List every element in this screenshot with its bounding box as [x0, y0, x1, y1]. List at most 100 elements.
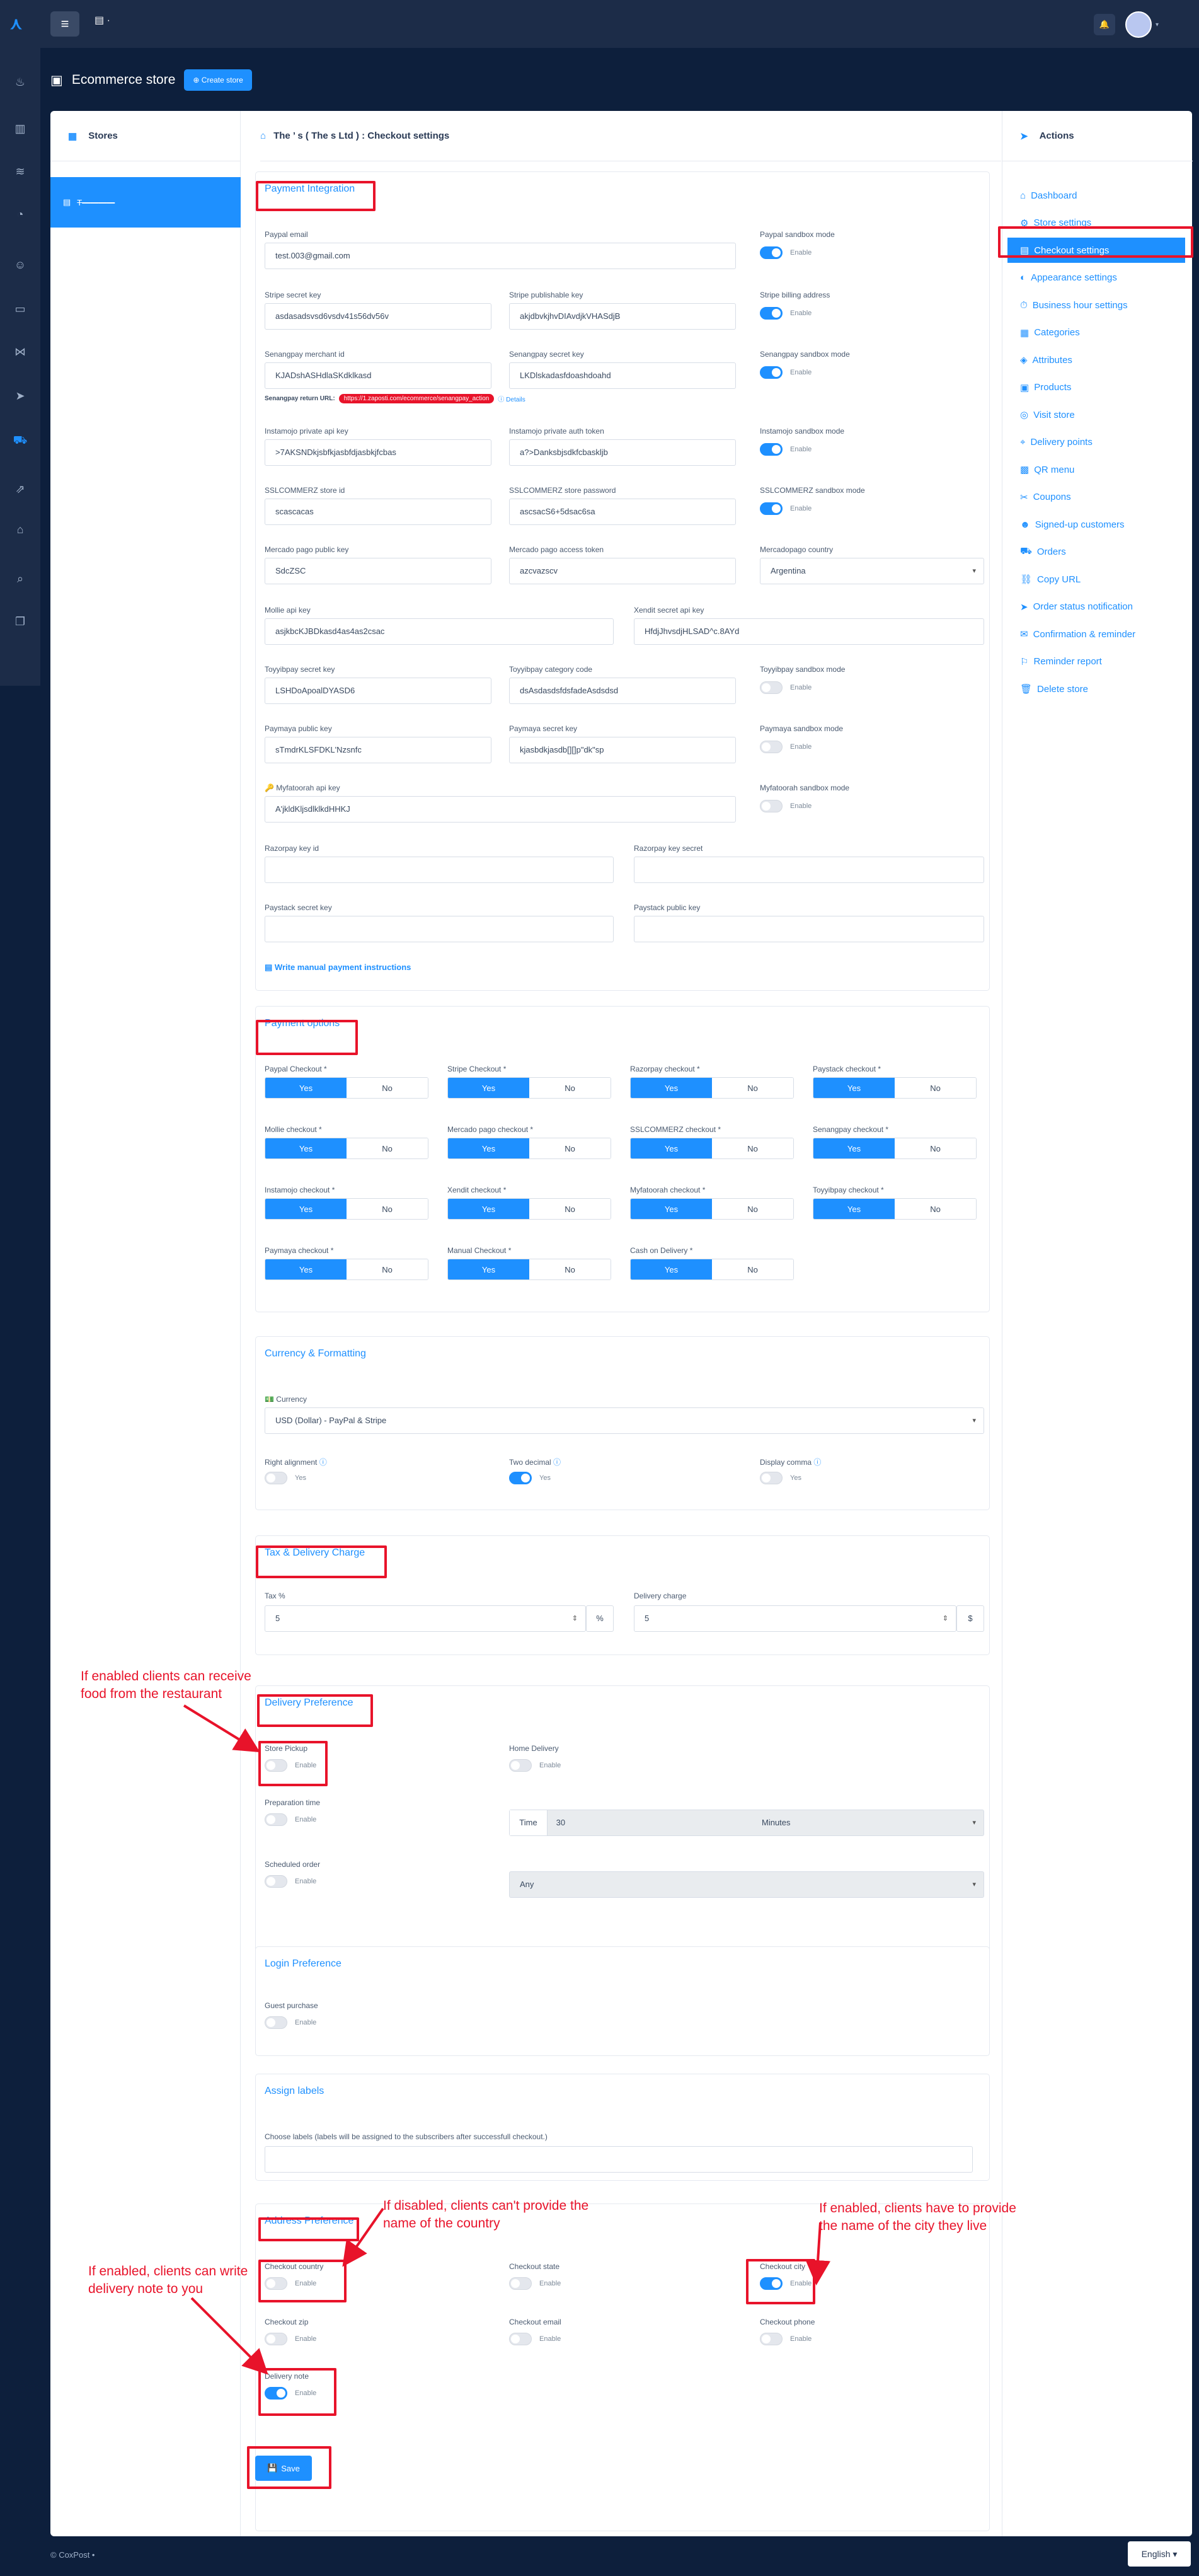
checkout-phone-toggle[interactable]: Enable — [760, 2333, 812, 2345]
create-store-button[interactable]: ⊕ Create store — [184, 69, 252, 91]
paymaya-secret-input[interactable]: kjasbdkjasdb[][]p"dk"sp — [509, 737, 736, 763]
action-item-signed-up-customers[interactable]: ☻ Signed-up customers — [1015, 512, 1185, 537]
logo-icon[interactable]: ⋏ — [10, 14, 30, 34]
toyyib-sandbox-toggle[interactable]: Enable — [760, 681, 812, 694]
share-icon[interactable]: ⇗ — [13, 482, 28, 497]
payment-option-toggle[interactable]: Yes No — [265, 1198, 428, 1220]
chat-icon[interactable]: ◔ — [13, 207, 28, 222]
yes-option[interactable]: Yes — [448, 1259, 529, 1279]
shop-icon[interactable]: ⌂ — [13, 522, 28, 537]
toyyib-key-input[interactable]: LSHDoApoalDYASD6 — [265, 678, 491, 704]
scheduled-order-toggle[interactable]: Enable — [265, 1875, 316, 1888]
action-item-products[interactable]: ▣ Products — [1015, 375, 1185, 400]
myfatoorah-input[interactable]: A'jkldKljsdlklkdHHKJ — [265, 796, 736, 823]
stepper-icon[interactable]: ⇕ — [572, 1606, 578, 1631]
action-item-dashboard[interactable]: ⌂ Dashboard — [1015, 183, 1185, 208]
payment-option-toggle[interactable]: Yes No — [813, 1077, 977, 1099]
no-option[interactable]: No — [712, 1199, 793, 1219]
paypal-email-input[interactable]: test.003@gmail.com — [265, 243, 736, 269]
action-item-business-hour-settings[interactable]: ⏱ Business hour settings — [1015, 292, 1185, 318]
payment-option-toggle[interactable]: Yes No — [447, 1259, 611, 1280]
action-item-visit-store[interactable]: ◎ Visit store — [1015, 402, 1185, 427]
network-icon[interactable]: ⋈ — [13, 344, 28, 359]
yes-option[interactable]: Yes — [448, 1138, 529, 1158]
stripe-secret-input[interactable]: asdasadsvsd6vsdv41s56dv56v — [265, 303, 491, 330]
delivery-charge-input[interactable]: 5 ⇕ — [634, 1605, 956, 1632]
details-link[interactable]: ⓘ Details — [498, 394, 525, 403]
razor-id-input[interactable] — [265, 857, 614, 883]
hamburger-icon[interactable]: ≡ — [50, 11, 79, 37]
action-item-order-status-notification[interactable]: ➤ Order status notification — [1015, 594, 1185, 620]
no-option[interactable]: No — [529, 1078, 611, 1098]
cart-icon[interactable]: ⛟ — [13, 432, 28, 448]
comment-icon[interactable]: ▭ — [13, 301, 28, 316]
paystack-pub-input[interactable] — [634, 916, 984, 942]
mp-token-input[interactable]: azcvazscv — [509, 558, 736, 584]
insta-sandbox-toggle[interactable]: Enable — [760, 443, 812, 456]
send-icon[interactable]: ➤ — [13, 388, 28, 403]
no-option[interactable]: No — [895, 1138, 976, 1158]
checkout-zip-toggle[interactable]: Enable — [265, 2333, 316, 2345]
stepper-icon[interactable]: ⇕ — [943, 1606, 948, 1631]
right-alignment-toggle[interactable]: Yes — [265, 1472, 306, 1484]
store-icon[interactable]: ▥ — [13, 121, 28, 136]
senang-sandbox-toggle[interactable]: Enable — [760, 366, 812, 379]
yes-option[interactable]: Yes — [631, 1199, 712, 1219]
prep-time-toggle[interactable]: Enable — [265, 1813, 316, 1826]
toyyib-cat-input[interactable]: dsAsdasdsfdsfadeAsdsdsd — [509, 678, 736, 704]
no-option[interactable]: No — [529, 1138, 611, 1158]
action-item-copy-url[interactable]: ⛓ Copy URL — [1015, 567, 1185, 592]
myfatoorah-sandbox-toggle[interactable]: Enable — [760, 800, 812, 812]
checkout-email-toggle[interactable]: Enable — [509, 2333, 561, 2345]
language-select[interactable]: English ▾ — [1128, 2541, 1191, 2567]
payment-option-toggle[interactable]: Yes No — [447, 1198, 611, 1220]
no-option[interactable]: No — [347, 1078, 428, 1098]
yes-option[interactable]: Yes — [265, 1078, 347, 1098]
stripe-pub-input[interactable]: akjdbvkjhvDIAvdjkVHASdjB — [509, 303, 736, 330]
labels-select[interactable] — [265, 2146, 973, 2173]
yes-option[interactable]: Yes — [631, 1078, 712, 1098]
checkout-state-toggle[interactable]: Enable — [509, 2277, 561, 2290]
home-icon[interactable]: ⌂ — [260, 130, 266, 141]
ssl-id-input[interactable]: scascacas — [265, 499, 491, 525]
two-decimal-toggle[interactable]: Yes — [509, 1472, 551, 1484]
no-option[interactable]: No — [347, 1199, 428, 1219]
yes-option[interactable]: Yes — [813, 1138, 895, 1158]
user-icon[interactable]: ☺ — [13, 257, 28, 272]
no-option[interactable]: No — [895, 1078, 976, 1098]
payment-option-toggle[interactable]: Yes No — [630, 1077, 794, 1099]
wifi-icon[interactable]: ≋ — [13, 164, 28, 179]
payment-option-toggle[interactable]: Yes No — [447, 1077, 611, 1099]
yes-option[interactable]: Yes — [631, 1259, 712, 1279]
payment-option-toggle[interactable]: Yes No — [265, 1259, 428, 1280]
action-item-coupons[interactable]: ✂ Coupons — [1015, 485, 1185, 510]
payment-option-toggle[interactable]: Yes No — [813, 1138, 977, 1159]
no-option[interactable]: No — [529, 1199, 611, 1219]
insta-private-input[interactable]: >7AKSNDkjsbfkjasbfdjasbkjfcbas — [265, 439, 491, 466]
stripe-billing-toggle[interactable]: Enable — [760, 307, 812, 320]
scheduled-order-select[interactable]: Any ▾ — [509, 1871, 984, 1898]
payment-option-toggle[interactable]: Yes No — [813, 1198, 977, 1220]
mollie-input[interactable]: asjkbcKJBDkasd4as4as2csac — [265, 618, 614, 645]
payment-option-toggle[interactable]: Yes No — [265, 1138, 428, 1159]
yes-option[interactable]: Yes — [448, 1199, 529, 1219]
payment-option-toggle[interactable]: Yes No — [630, 1259, 794, 1280]
yes-option[interactable]: Yes — [265, 1259, 347, 1279]
yes-option[interactable]: Yes — [813, 1199, 895, 1219]
search-icon[interactable]: ⌕ — [13, 571, 28, 586]
yes-option[interactable]: Yes — [448, 1078, 529, 1098]
action-item-reminder-report[interactable]: ⚐ Reminder report — [1015, 649, 1185, 674]
no-option[interactable]: No — [895, 1199, 976, 1219]
action-item-appearance-settings[interactable]: ◐ Appearance settings — [1015, 265, 1185, 291]
no-option[interactable]: No — [529, 1259, 611, 1279]
yes-option[interactable]: Yes — [265, 1138, 347, 1158]
paypal-sandbox-toggle[interactable]: Enable — [760, 246, 812, 259]
xendit-input[interactable]: HfdjJhvsdjHLSAD^c.8AYd — [634, 618, 984, 645]
mp-country-select[interactable]: Argentina ▾ — [760, 558, 984, 584]
payment-option-toggle[interactable]: Yes No — [447, 1138, 611, 1159]
user-avatar-icon[interactable] — [1125, 11, 1152, 38]
action-item-orders[interactable]: ⛟ Orders — [1015, 540, 1185, 565]
action-item-categories[interactable]: ▦ Categories — [1015, 320, 1185, 345]
paymaya-sandbox-toggle[interactable]: Enable — [760, 741, 812, 753]
guest-purchase-toggle[interactable]: Enable — [265, 2016, 316, 2029]
